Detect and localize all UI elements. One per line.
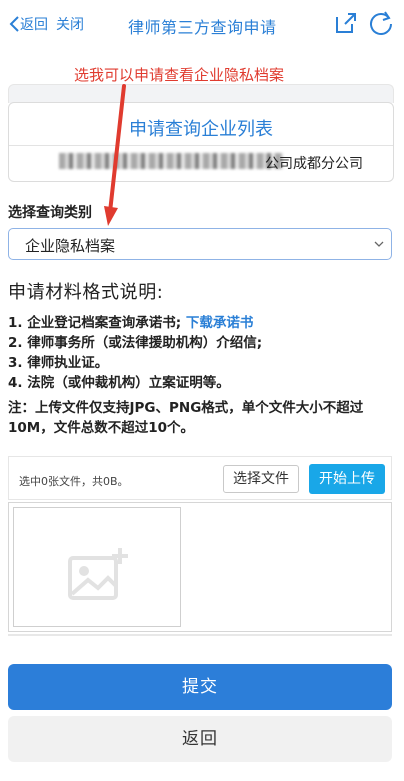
- submit-button[interactable]: 提交: [8, 664, 392, 710]
- upload-status: 选中0张文件，共0B。: [19, 475, 129, 488]
- annotation-text: 选我可以申请查看企业隐私档案: [74, 66, 285, 84]
- material-item: 1. 企业登记档案查询承诺书; 下载承诺书: [8, 311, 253, 331]
- material-item: 3. 律师执业证。: [8, 355, 109, 371]
- divider: [8, 634, 392, 636]
- chevron-down-icon: [374, 241, 384, 247]
- share-icon[interactable]: [334, 11, 358, 35]
- upload-toolbar: 选中0张文件，共0B。 选择文件 开始上传: [8, 456, 392, 500]
- top-gray-strip: [8, 84, 394, 103]
- download-commitment-link[interactable]: 下载承诺书: [186, 315, 254, 331]
- close-link[interactable]: 关闭: [56, 14, 84, 34]
- add-image-icon: [68, 548, 128, 600]
- return-button[interactable]: 返回: [8, 716, 392, 762]
- material-item-text: 1. 企业登记档案查询承诺书;: [8, 315, 182, 331]
- choose-file-button[interactable]: 选择文件: [223, 465, 299, 493]
- category-label: 选择查询类别: [8, 205, 92, 221]
- material-item: 2. 律师事务所（或法律援助机构）介绍信;: [8, 335, 263, 351]
- category-selected-value: 企业隐私档案: [25, 237, 116, 255]
- upload-note: 注：上传文件仅支持JPG、PNG格式，单个文件大小不超过10M，文件总数不超过1…: [8, 400, 364, 436]
- divider: [9, 145, 393, 146]
- company-list-card: 申请查询企业列表 公司成都分公司: [8, 102, 394, 182]
- add-image-tile[interactable]: [13, 507, 181, 627]
- page-title: 律师第三方查询申请: [128, 18, 277, 37]
- company-name-suffix: 公司成都分公司: [265, 156, 363, 172]
- company-list-title: 申请查询企业列表: [129, 119, 273, 140]
- upload-preview-area: [8, 502, 392, 632]
- top-nav: 返回 关闭 律师第三方查询申请: [0, 0, 404, 48]
- blurred-company-name: [59, 153, 283, 169]
- start-upload-button[interactable]: 开始上传: [309, 464, 385, 494]
- refresh-icon[interactable]: [368, 10, 394, 36]
- materials-heading: 申请材料格式说明:: [8, 282, 164, 303]
- back-link[interactable]: 返回: [20, 14, 48, 34]
- category-select[interactable]: 企业隐私档案: [8, 228, 392, 260]
- material-item: 4. 法院（或仲裁机构）立案证明等。: [8, 375, 230, 391]
